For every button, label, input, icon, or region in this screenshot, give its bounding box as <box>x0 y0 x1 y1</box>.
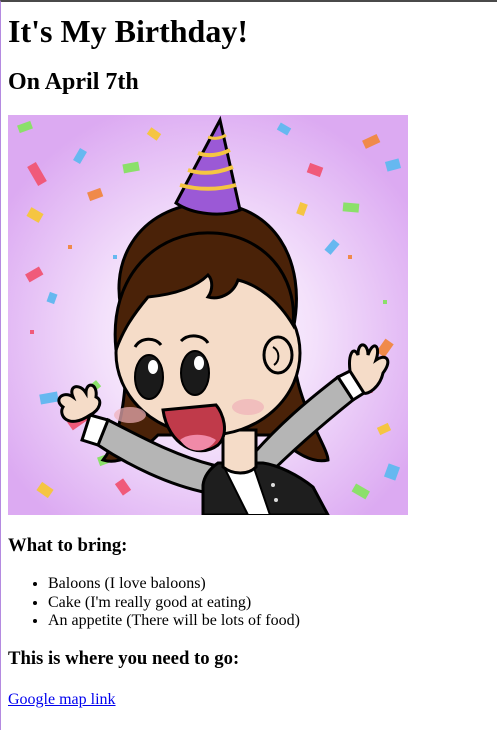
page-title: It's My Birthday! <box>8 13 248 49</box>
list-item: Baloons (I love baloons) <box>48 575 493 594</box>
list-item: Cake (I'm really good at eating) <box>48 594 493 613</box>
birthday-girl-illustration <box>8 115 408 515</box>
page-content: It's My Birthday! On April 7th What to b… <box>8 0 493 709</box>
location-heading: This is where you need to go: <box>8 647 240 669</box>
bring-heading: What to bring: <box>8 535 128 556</box>
right-eye <box>180 350 210 396</box>
list-item: An appetite (There will be lots of food) <box>48 612 493 631</box>
date-heading: On April 7th <box>8 69 139 95</box>
google-map-link[interactable]: Google map link <box>8 690 116 709</box>
bring-list: Baloons (I love baloons) Cake (I'm reall… <box>8 575 493 631</box>
left-eye <box>134 354 164 400</box>
